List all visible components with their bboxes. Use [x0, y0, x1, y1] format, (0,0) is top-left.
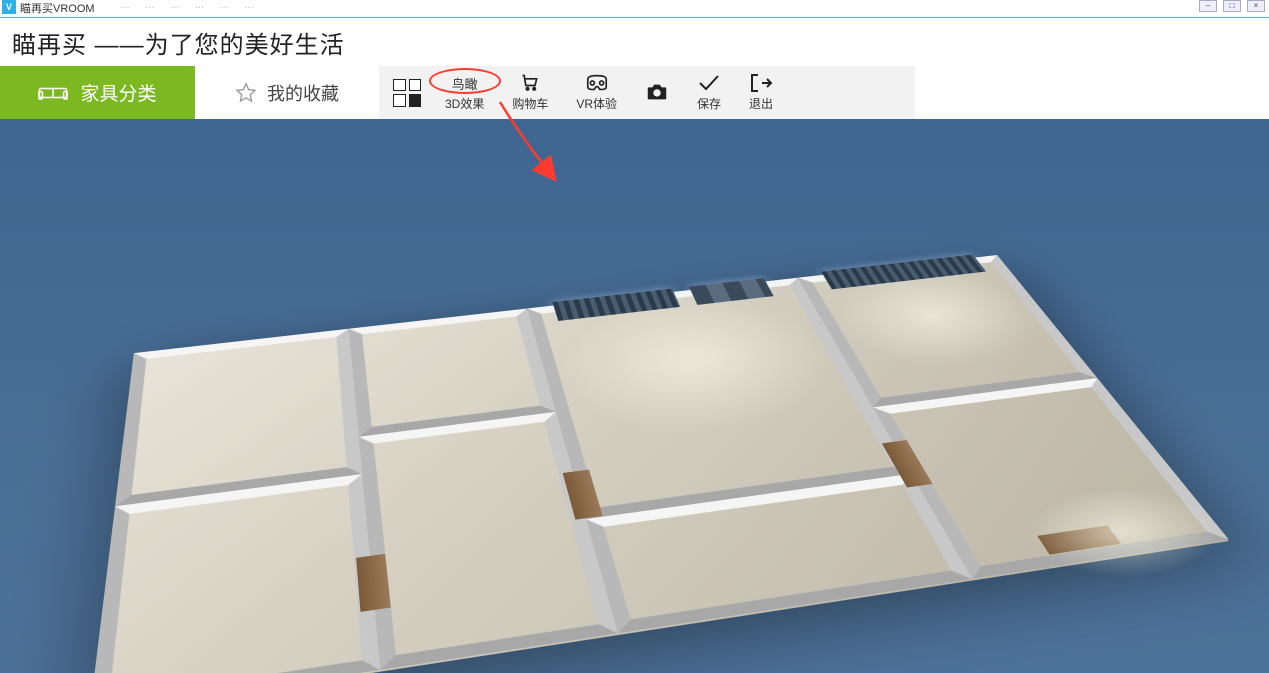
favorites-tab[interactable]: 我的收藏 — [195, 66, 379, 119]
camera-icon — [645, 82, 669, 102]
save-label: 保存 — [697, 95, 721, 112]
bird-view-button[interactable]: 鸟瞰 3D效果 — [431, 66, 498, 119]
check-icon — [697, 73, 721, 93]
cart-label: 购物车 — [512, 95, 548, 112]
menu-hint: … … … … … … — [120, 0, 260, 11]
view-mode-button[interactable] — [383, 66, 431, 119]
window-title-bar: V 瞄再买VROOM … … … … … … – □ × — [0, 0, 1269, 18]
window-title: 瞄再买VROOM — [20, 0, 95, 16]
exit-label: 退出 — [749, 95, 773, 112]
cart-button[interactable]: 购物车 — [498, 66, 562, 119]
cart-icon — [518, 73, 542, 93]
vr-button[interactable]: VR体验 — [562, 66, 631, 119]
3d-viewport[interactable] — [0, 119, 1269, 673]
window-minimize-button[interactable]: – — [1199, 0, 1217, 12]
window-controls: – □ × — [1199, 0, 1265, 12]
grid-icon — [393, 79, 421, 107]
sofa-icon — [38, 83, 68, 103]
save-button[interactable]: 保存 — [683, 66, 735, 119]
favorites-label: 我的收藏 — [267, 80, 339, 106]
tool-strip: 鸟瞰 3D效果 购物车 VR体验 — [379, 66, 915, 119]
effect3d-label: 3D效果 — [445, 95, 484, 112]
window-close-button[interactable]: × — [1247, 0, 1265, 12]
window-maximize-button[interactable]: □ — [1223, 0, 1241, 12]
star-icon — [235, 82, 257, 104]
vr-label: VR体验 — [576, 95, 617, 112]
app-icon: V — [2, 0, 16, 14]
furniture-category-tab[interactable]: 家具分类 — [0, 66, 195, 119]
birdview-label-top: 鸟瞰 — [452, 73, 478, 93]
floorplan-model — [90, 257, 1228, 673]
brand-bar: 瞄再买 ——为了您的美好生活 — [0, 18, 1269, 66]
exit-icon — [749, 73, 773, 93]
furniture-category-label: 家具分类 — [80, 79, 156, 106]
main-toolbar: 家具分类 我的收藏 鸟瞰 3D效果 购物车 — [0, 66, 1269, 119]
exit-button[interactable]: 退出 — [735, 66, 787, 119]
vr-icon — [585, 73, 609, 93]
brand-slogan: 瞄再买 ——为了您的美好生活 — [12, 25, 345, 60]
camera-button[interactable] — [631, 66, 683, 119]
